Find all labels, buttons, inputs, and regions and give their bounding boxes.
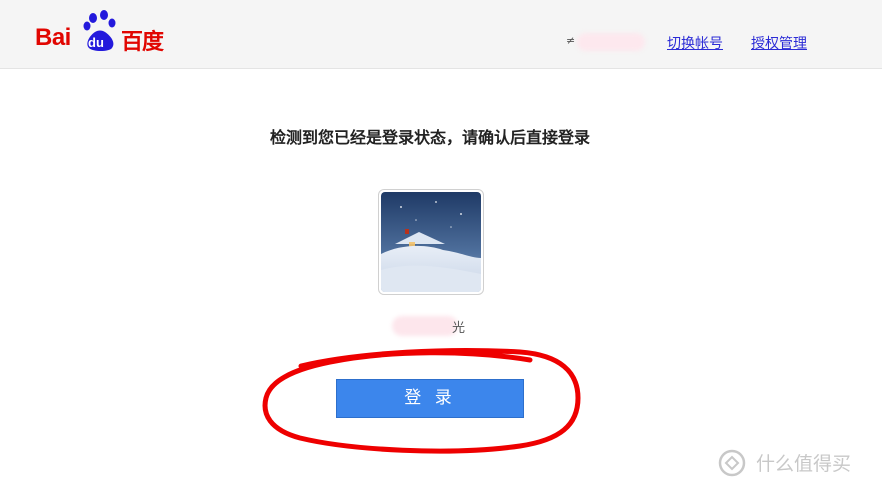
avatar-image bbox=[381, 192, 481, 292]
header-bar: Bai du 百度 ≠ 切换帐号 授权管理 bbox=[0, 0, 882, 69]
redaction-mark bbox=[577, 33, 645, 51]
manage-authorization-link[interactable]: 授权管理 bbox=[751, 33, 807, 53]
watermark-logo-icon bbox=[718, 449, 746, 477]
username-visible-part: 光 bbox=[452, 321, 466, 336]
user-marker: ≠ bbox=[566, 34, 576, 47]
logo-chinese-text: 百度 bbox=[121, 30, 164, 55]
user-avatar bbox=[378, 189, 484, 295]
current-user-redacted: ≠ bbox=[563, 31, 647, 53]
login-button[interactable]: 登 录 bbox=[336, 379, 524, 418]
logo-latin-text: Bai bbox=[35, 24, 71, 51]
redaction-mark bbox=[392, 316, 458, 336]
username-redacted: 光 bbox=[388, 313, 478, 339]
baidu-logo[interactable]: Bai du 百度 bbox=[35, 10, 170, 55]
logo-badge-text: du bbox=[88, 35, 104, 50]
login-status-notice: 检测到您已经是登录状态，请确认后直接登录 bbox=[269, 128, 590, 147]
switch-account-link[interactable]: 切换帐号 bbox=[667, 33, 723, 53]
watermark-text: 什么值得买 bbox=[756, 453, 852, 475]
